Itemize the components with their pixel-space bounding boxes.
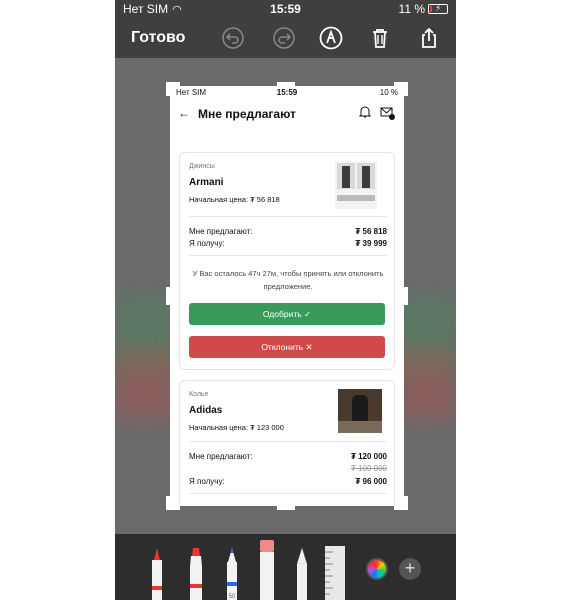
offered-label: Мне предлагают: [189, 227, 253, 236]
battery-icon: ⚡ [428, 3, 448, 14]
crop-handle-bottom[interactable] [277, 506, 295, 510]
eraser-tool-icon[interactable] [257, 538, 277, 600]
svg-text:50: 50 [229, 594, 236, 600]
receive-label: Я получу: [189, 239, 225, 248]
battery-indicator: 11 % ⚡ [399, 2, 448, 16]
crop-handle-right[interactable] [404, 287, 408, 305]
screenshot-preview: Нет SIM 15:59 10 % ← Мне предлагают Джин… [170, 86, 404, 506]
page-title: Мне предлагают [198, 107, 296, 121]
done-button[interactable]: Готово [131, 29, 185, 47]
trash-icon[interactable] [368, 26, 392, 50]
receive-value: ₮ 39 999 [355, 239, 387, 248]
ruler-tool-icon[interactable] [323, 544, 347, 600]
share-icon[interactable] [417, 26, 441, 50]
offered-row: Мне предлагают: ₮ 56 818 [189, 227, 387, 236]
device-status-bar: Нет SIM ◠ 15:59 11 % ⚡ [115, 0, 456, 18]
screenshot-time: 15:59 [276, 88, 298, 97]
offer-card: Колье Adidas Начальная цена: ₮ 123 000 М… [179, 380, 395, 506]
undo-icon[interactable] [221, 26, 245, 50]
receive-row: Я получу: ₮ 39 999 [189, 239, 387, 248]
offer-brand: Armani [189, 177, 224, 188]
crop-handle-bottom-right[interactable] [404, 496, 408, 510]
offer-initial-price: Начальная цена: ₮ 123 000 [189, 423, 284, 432]
receive-value: ₮ 96 000 [355, 477, 387, 486]
decline-button[interactable]: Отклонить ✕ [189, 336, 385, 358]
marker-tool-icon[interactable] [187, 546, 205, 600]
offer-card: Джинсы Armani Начальная цена: ₮ 56 818 М… [179, 152, 395, 370]
markup-tool-tray: 50 + [115, 534, 456, 600]
pencil-tool-icon[interactable]: 50 [223, 546, 241, 600]
offer-initial-price: Начальная цена: ₮ 56 818 [189, 195, 280, 204]
offered-value: ₮ 120 000 [350, 452, 387, 461]
receive-row: Я получу: ₮ 96 000 [189, 477, 387, 486]
offer-time-note: У Вас осталось 47ч 27м, чтобы принять ил… [192, 269, 384, 291]
pen-tool-icon[interactable] [149, 546, 165, 600]
markup-toolbar: Готово [115, 18, 456, 58]
old-price-value: ₮ 100 000 [350, 464, 387, 473]
back-arrow-icon: ← [178, 106, 190, 120]
bell-icon [358, 106, 372, 118]
redo-icon[interactable] [272, 26, 296, 50]
phone-screen: Нет SIM ◠ 15:59 11 % ⚡ Готово Нет SIM 15:5… [115, 0, 456, 600]
product-image [335, 161, 377, 209]
screenshot-status-bar: Нет SIM 15:59 10 % [170, 86, 404, 100]
product-image [338, 389, 382, 433]
offer-category: Джинсы [189, 163, 215, 170]
screenshot-battery: 10 % [379, 88, 398, 97]
editing-canvas: Нет SIM 15:59 10 % ← Мне предлагают Джин… [115, 58, 456, 534]
mail-icon [380, 107, 395, 120]
add-icon[interactable]: + [399, 558, 421, 580]
offer-brand: Adidas [189, 405, 223, 416]
lasso-tool-icon[interactable] [293, 546, 311, 600]
accept-button[interactable]: Одобрить ✓ [189, 303, 385, 325]
markup-pen-icon[interactable] [319, 26, 343, 50]
receive-label: Я получу: [189, 477, 225, 486]
color-picker-icon[interactable] [366, 558, 388, 580]
offer-category: Колье [189, 391, 209, 398]
crop-handle-top-right[interactable] [404, 82, 408, 96]
offered-label: Мне предлагают: [189, 452, 253, 461]
offered-row: Мне предлагают: ₮ 120 000 [189, 452, 387, 461]
app-header: ← Мне предлагают [170, 100, 404, 128]
offered-value: ₮ 56 818 [355, 227, 387, 236]
